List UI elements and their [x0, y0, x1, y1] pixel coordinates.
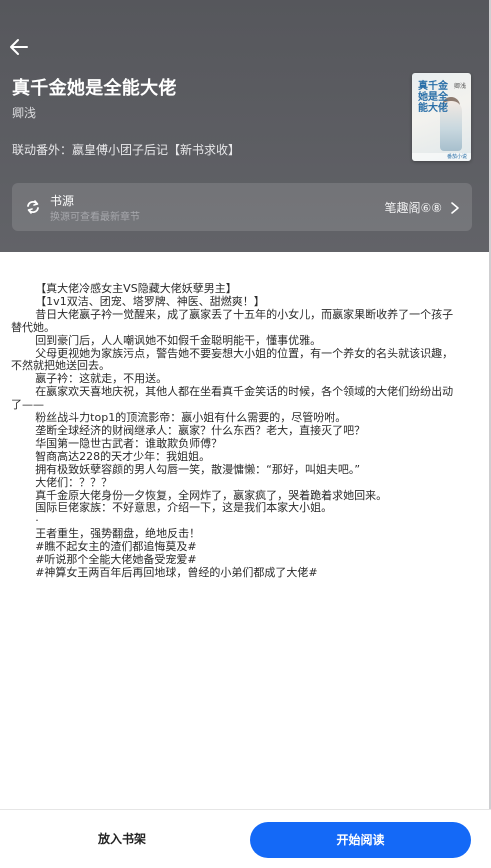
synopsis-line: 【1v1双洁、团宠、塔罗牌、神医、甜燃爽！】 [35, 294, 265, 308]
synopsis-line: 回到豪门后，人人嘲讽她不如假千金聪明能干，懂事优雅。 [35, 333, 322, 347]
cover-title: 真千金她是全能大佬 [418, 81, 448, 114]
synopsis-line: 国际巨佬家族：不好意思，介绍一下，这是我们本家大小姐。 [35, 501, 333, 515]
book-extra-note: 联动番外：嬴皇傅小团子后记【新书求收】 [12, 143, 241, 157]
book-title: 真千金她是全能大佬 [12, 78, 177, 99]
synopsis-line: 在嬴家欢天喜地庆祝，其他人都在坐看真千金笑话的时候，各个领域的大佬们纷纷出动了—… [11, 385, 454, 412]
synopsis-line: 智商高达228的天才少年：我姐姐。 [35, 449, 211, 463]
start-reading-button[interactable]: 开始阅读 [250, 822, 471, 858]
back-arrow-icon[interactable] [8, 36, 30, 58]
synopsis-line: 【真大佬冷感女主VS隐藏大佬妖孽男主】 [35, 282, 237, 295]
book-cover[interactable]: 真千金她是全能大佬 卿浅 番茄小说 [412, 73, 471, 161]
source-label: 书源 [50, 194, 75, 208]
refresh-source-icon [24, 198, 42, 216]
book-author[interactable]: 卿浅 [12, 104, 36, 121]
chevron-right-icon [450, 200, 460, 214]
cover-publisher: 番茄小说 [446, 154, 467, 160]
source-hint: 换源可查看最新章节 [50, 212, 140, 223]
synopsis-line: 父母更视她为家族污点，警告她不要妄想大小姐的位置，有一个养女的名头就该识趣，不然… [11, 346, 454, 373]
source-selector[interactable]: 书源 换源可查看最新章节 笔趣阁⑥⑧ [12, 183, 472, 231]
bottom-action-bar: 放入书架 开始阅读 [0, 809, 491, 868]
cover-author: 卿浅 [453, 83, 466, 90]
synopsis-line: 大佬们：？？？ [35, 475, 113, 489]
synopsis-line: 垄断全球经济的财阀继承人：嬴家？什么东西？老大，直接灭了吧？ [35, 423, 366, 437]
synopsis-line: 拥有极致妖孽容颜的男人勾唇一笑，散漫慵懒：“那好，叫姐夫吧。” [35, 462, 361, 476]
synopsis-line: 华国第一隐世古武者：谁敢欺负师傅？ [35, 436, 223, 450]
add-to-shelf-button[interactable]: 放入书架 [52, 830, 192, 847]
synopsis-line: 昔日大佬嬴子衿一觉醒来，成了嬴家丢了十五年的小女儿，而嬴家果断收养了一个孩子替代… [11, 307, 454, 334]
book-synopsis: 【真大佬冷感女主VS隐藏大佬妖孽男主】 【1v1双洁、团宠、塔罗牌、神医、甜燃爽… [11, 282, 463, 580]
current-source: 笔趣阁⑥⑧ [384, 201, 442, 215]
synopsis-line: #听说那个全能大佬她备受宠爱# [35, 553, 197, 567]
book-header: 真千金她是全能大佬 卿浅 联动番外：嬴皇傅小团子后记【新书求收】 真千金她是全能… [0, 0, 491, 252]
synopsis-line: #神算女王两百年后再回地球，曾经的小弟们都成了大佬# [35, 565, 318, 579]
